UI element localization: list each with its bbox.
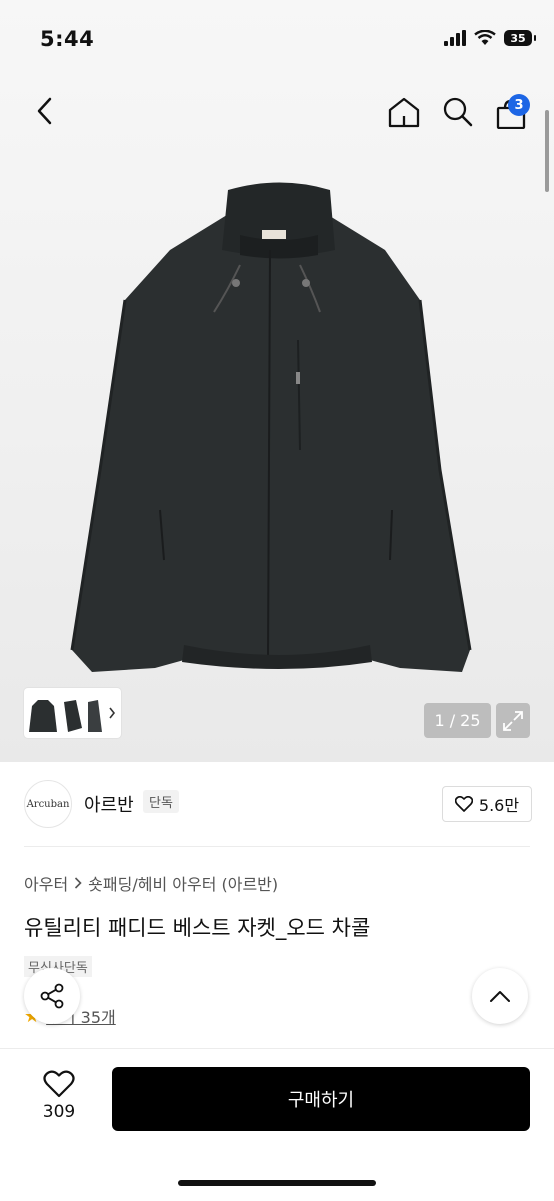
- wishlist-button[interactable]: 309: [26, 1070, 92, 1122]
- search-button[interactable]: [440, 95, 476, 131]
- heart-icon: [43, 1070, 75, 1098]
- thumbnail-strip[interactable]: [24, 688, 121, 738]
- heart-icon: [454, 796, 473, 812]
- brand-like-count: 5.6만: [478, 796, 520, 815]
- status-time: 5:44: [40, 27, 95, 51]
- wishlist-count: 309: [42, 1102, 76, 1122]
- status-icons: 35: [444, 30, 536, 46]
- search-icon: [443, 97, 473, 126]
- brand-logo[interactable]: Arcuban: [24, 780, 72, 828]
- breadcrumb-level2[interactable]: 숏패딩/헤비 아우터 (아르반): [88, 871, 278, 895]
- cart-count-badge: 3: [508, 94, 530, 116]
- breadcrumb-level1[interactable]: 아우터: [24, 871, 68, 895]
- battery-icon: 35: [504, 30, 536, 46]
- wifi-icon: [474, 30, 496, 45]
- buy-button[interactable]: 구매하기: [112, 1067, 530, 1131]
- chevron-up-icon: [490, 991, 510, 1002]
- expand-button[interactable]: [496, 703, 530, 738]
- share-button[interactable]: [24, 968, 80, 1024]
- breadcrumb: 아우터 숏패딩/헤비 아우터 (아르반): [24, 871, 278, 895]
- share-icon: [40, 983, 64, 1009]
- brand-like-button[interactable]: 5.6만: [442, 786, 532, 822]
- exclusive-tag: 단독: [143, 790, 179, 813]
- product-title: 유틸리티 패디드 베스트 자켓_오드 차콜: [24, 916, 371, 940]
- brand-name[interactable]: 아르반: [84, 791, 134, 817]
- back-button[interactable]: [30, 96, 60, 128]
- home-icon: [388, 97, 420, 128]
- scrollbar[interactable]: [545, 110, 549, 192]
- chevron-left-icon: [37, 97, 52, 125]
- home-indicator: [178, 1180, 376, 1186]
- expand-icon: [503, 710, 523, 731]
- chevron-right-icon: [75, 877, 82, 889]
- signal-icon: [444, 30, 466, 46]
- thumbnail-images: [29, 700, 116, 732]
- home-button[interactable]: [386, 95, 422, 131]
- scroll-top-button[interactable]: [472, 968, 528, 1024]
- image-counter: 1 / 25: [424, 703, 491, 738]
- divider: [24, 846, 530, 847]
